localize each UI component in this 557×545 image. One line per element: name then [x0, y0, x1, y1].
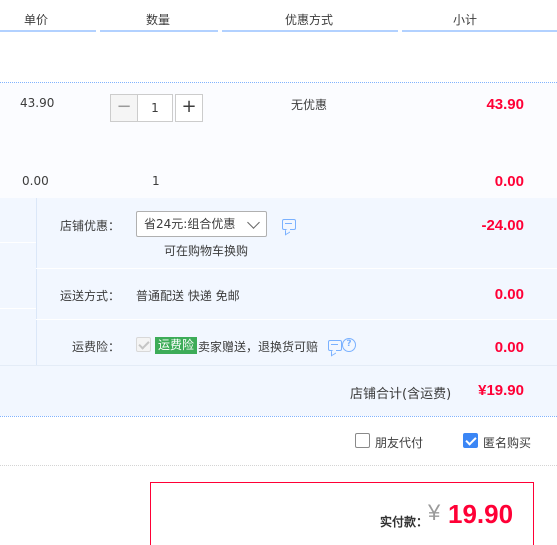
item1-subtotal: 43.90: [486, 96, 524, 113]
order-table-header: 单价 数量 优惠方式 小计: [0, 0, 557, 32]
header-subtotal: 小计: [453, 13, 478, 27]
item2-subtotal: 0.00: [494, 173, 524, 190]
item2-quantity: 1: [152, 174, 160, 188]
header-underline: [0, 30, 96, 32]
chevron-down-icon: [247, 216, 260, 229]
shop-panel-left-gutter: [0, 198, 36, 365]
anonymous-checkbox[interactable]: [463, 433, 478, 448]
shipping-value: 普通配送 快递 免邮: [136, 289, 240, 303]
shop-discount-select[interactable]: 省24元:组合优惠: [136, 211, 267, 237]
header-quantity: 数量: [146, 13, 171, 27]
shop-discount-selected: 省24元:组合优惠: [144, 217, 236, 231]
insurance-desc: 卖家赠送，退换货可赔: [198, 340, 319, 354]
header-underline: [222, 30, 398, 32]
item1-quantity-stepper: − 1 +: [110, 94, 203, 122]
options-divider: [0, 465, 557, 466]
message-icon[interactable]: [328, 340, 342, 351]
shop-total-label: 店铺合计(含运费): [350, 387, 452, 402]
item1-discount: 无优惠: [291, 98, 328, 112]
quantity-increase-button[interactable]: +: [175, 94, 203, 122]
shop-discount-label: 店铺优惠：: [60, 219, 121, 233]
header-discount: 优惠方式: [285, 13, 334, 27]
header-underline: [100, 30, 218, 32]
quantity-input[interactable]: 1: [137, 94, 173, 122]
insurance-amount: 0.00: [494, 339, 524, 356]
friend-pay-label[interactable]: 朋友代付: [375, 434, 423, 451]
insurance-badge: 运费险: [155, 337, 198, 354]
row-divider: [36, 268, 557, 269]
payment-label: 实付款：: [380, 515, 429, 529]
shipping-label: 运送方式：: [60, 289, 121, 303]
shipping-amount: 0.00: [494, 286, 524, 303]
message-icon[interactable]: [282, 219, 296, 230]
header-underline: [402, 30, 557, 32]
shop-discount-hint: 可在购物车换购: [164, 244, 249, 258]
row-divider: [0, 242, 36, 243]
help-icon[interactable]: ?: [342, 338, 356, 352]
payment-currency: ¥: [428, 500, 441, 525]
shop-panel-bottom-divider: [0, 416, 557, 417]
header-unit-price: 单价: [24, 13, 49, 27]
insurance-label: 运费险：: [72, 340, 121, 354]
friend-pay-checkbox[interactable]: [355, 433, 370, 448]
anonymous-label[interactable]: 匿名购买: [483, 434, 531, 451]
row-divider: [0, 308, 36, 309]
item-list: [0, 83, 557, 198]
row-divider: [36, 319, 557, 320]
insurance-checkbox: [136, 337, 151, 352]
item1-unit-price: 43.90: [20, 96, 55, 110]
shop-total-amount: ¥19.90: [478, 382, 524, 399]
payment-amount: 19.90: [448, 499, 514, 529]
quantity-decrease-button[interactable]: −: [110, 94, 138, 122]
shop-discount-amount: -24.00: [481, 217, 524, 234]
shop-total-divider: [0, 365, 557, 366]
item2-unit-price: 0.00: [22, 174, 49, 188]
